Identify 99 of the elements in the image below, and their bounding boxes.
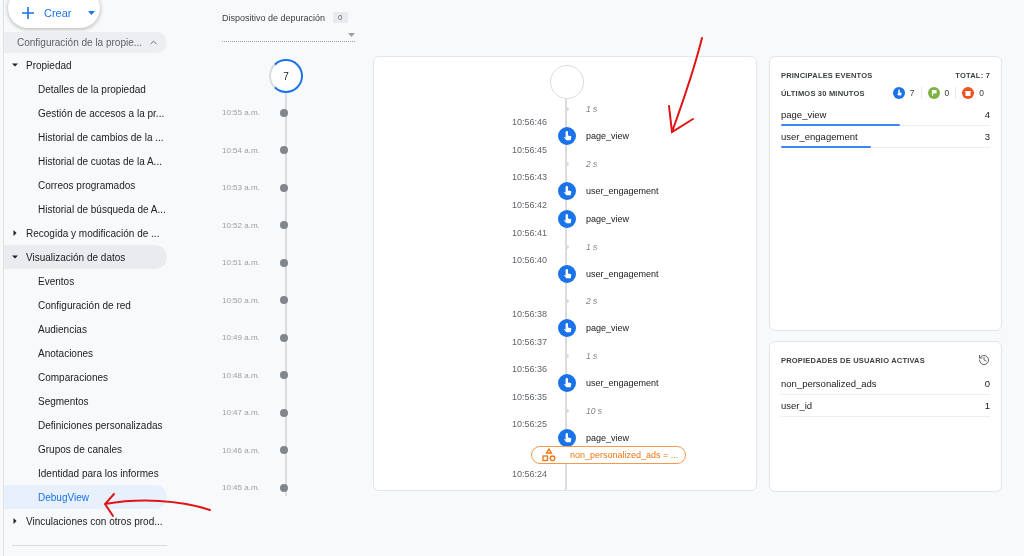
event-name[interactable]: page_view xyxy=(586,131,756,141)
touch-icon xyxy=(557,265,576,283)
nav-item[interactable]: Detalles de la propiedad xyxy=(4,77,167,101)
touch-icon xyxy=(557,319,576,337)
plus-icon xyxy=(22,7,34,19)
event-time: 10:56:40 xyxy=(511,255,547,265)
minute-label: 10:52 a.m. xyxy=(222,220,261,230)
event-name[interactable]: user_engagement xyxy=(586,378,756,388)
event-count: 7 xyxy=(269,59,303,93)
nav-item[interactable]: Historial de cambios de la ... xyxy=(4,125,167,149)
counter-value: 0 xyxy=(979,88,984,98)
event-time: 10:56:36 xyxy=(511,364,547,374)
property-name: user_id xyxy=(781,400,813,411)
minute-label: 10:46 a.m. xyxy=(222,445,261,455)
event-name[interactable]: user_engagement xyxy=(586,186,756,196)
minute-label: 10:47 a.m. xyxy=(222,408,261,418)
time-gap: 1 s xyxy=(586,350,599,361)
minute-label: 10:50 a.m. xyxy=(222,295,261,305)
minute-dot[interactable] xyxy=(280,258,288,267)
event-total: 3 xyxy=(984,131,990,142)
nav-item[interactable]: Correos programados xyxy=(4,173,167,197)
minute-label: 10:53 a.m. xyxy=(222,183,261,193)
event-name[interactable]: page_view xyxy=(586,323,756,333)
event-name[interactable]: user_engagement xyxy=(781,131,858,142)
nav-item[interactable]: Configuración de red xyxy=(4,293,167,317)
minute-label: 10:55 a.m. xyxy=(222,108,261,118)
touch-icon xyxy=(557,127,576,145)
property-value: 0 xyxy=(984,378,990,389)
nav-group[interactable]: Recogida y modificación de ... xyxy=(4,221,167,245)
touch-icon xyxy=(557,374,576,392)
caret-right-icon[interactable] xyxy=(12,518,18,524)
event-time: 10:56:42 xyxy=(511,200,547,210)
history-icon[interactable] xyxy=(978,354,990,366)
event-name[interactable]: page_view xyxy=(586,433,756,443)
property-name: non_personalized_ads xyxy=(781,378,877,389)
section-header[interactable]: Configuración de la propie... xyxy=(4,32,167,53)
caret-down-icon xyxy=(348,33,355,37)
minute-label: 10:49 a.m. xyxy=(222,333,261,343)
nav-item[interactable]: Definiciones personalizadas xyxy=(4,413,167,437)
minute-dot[interactable] xyxy=(280,146,288,155)
caret-down-icon[interactable] xyxy=(12,62,18,68)
minute-label: 10:51 a.m. xyxy=(222,258,261,268)
minute-dot[interactable] xyxy=(280,183,288,192)
counter-value: 7 xyxy=(909,88,915,98)
touch-icon xyxy=(557,210,576,228)
shapes-icon xyxy=(542,448,556,462)
time-gap: 1 s xyxy=(586,241,599,252)
nav-item[interactable]: Audiencias xyxy=(4,317,167,341)
event-time: 10:56:45 xyxy=(511,145,547,155)
nav-item[interactable]: Segmentos xyxy=(4,389,167,413)
event-time: 10:56:46 xyxy=(511,117,547,127)
nav-item[interactable]: DebugView xyxy=(4,485,167,509)
event-time: 10:56:24 xyxy=(511,469,547,479)
event-time: 10:56:35 xyxy=(511,392,547,402)
minute-label: 10:54 a.m. xyxy=(222,145,261,155)
time-gap: 10 s xyxy=(586,405,604,416)
nav-item[interactable]: Eventos xyxy=(4,269,167,293)
nav-item[interactable]: Comparaciones xyxy=(4,365,167,389)
touch-icon xyxy=(557,182,576,200)
device-count: 0 xyxy=(333,12,348,23)
event-name[interactable]: user_engagement xyxy=(586,269,756,279)
counter-value: 0 xyxy=(944,88,950,98)
create-button[interactable]: Crear xyxy=(8,0,100,28)
nav-group[interactable]: Vinculaciones con otros prod... xyxy=(4,509,167,533)
event-time: 10:56:25 xyxy=(511,419,547,429)
event-name[interactable]: page_view xyxy=(586,214,756,224)
minute-label: 10:48 a.m. xyxy=(222,370,261,380)
nav-item[interactable]: Anotaciones xyxy=(4,341,167,365)
event-time: 10:56:37 xyxy=(511,337,547,347)
nav-item[interactable]: Historial de cuotas de la A... xyxy=(4,149,167,173)
minute-dot[interactable] xyxy=(280,221,288,230)
nav-item[interactable]: Gestión de accesos a la pr... xyxy=(4,101,167,125)
time-gap: 2 s xyxy=(586,295,599,306)
event-time: 10:56:43 xyxy=(511,172,547,182)
touch-icon xyxy=(557,429,576,447)
caret-down-icon[interactable] xyxy=(12,254,18,260)
nav-group[interactable]: Visualización de datos xyxy=(4,245,167,269)
minute-dot[interactable] xyxy=(280,108,288,117)
event-time: 10:56:41 xyxy=(511,228,547,238)
minute-dot[interactable] xyxy=(280,446,288,455)
time-gap: 1 s xyxy=(586,103,599,114)
minute-dot[interactable] xyxy=(280,296,288,305)
minute-dot[interactable] xyxy=(280,483,288,492)
time-gap: 2 s xyxy=(586,158,599,169)
event-total: 4 xyxy=(984,109,990,120)
minute-dot[interactable] xyxy=(280,371,288,380)
nav-group[interactable]: Propiedad xyxy=(4,53,167,77)
event-time: 10:56:38 xyxy=(511,309,547,319)
nav-item[interactable]: Historial de búsqueda de A... xyxy=(4,197,167,221)
nav-item[interactable]: Identidad para los informes xyxy=(4,461,167,485)
property-value: 1 xyxy=(984,400,990,411)
caret-down-icon xyxy=(87,11,95,15)
event-name[interactable]: page_view xyxy=(781,109,827,120)
nav-item[interactable]: Grupos de canales xyxy=(4,437,167,461)
minute-dot[interactable] xyxy=(280,408,288,417)
minute-label: 10:45 a.m. xyxy=(222,483,261,493)
device-label: Dispositivo de depuración xyxy=(222,12,326,23)
minute-dot[interactable] xyxy=(280,333,288,342)
caret-right-icon[interactable] xyxy=(12,230,18,236)
